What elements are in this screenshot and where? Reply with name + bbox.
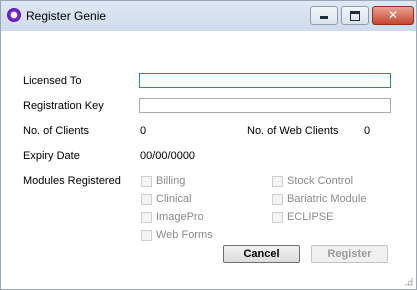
clinical-label: Clinical xyxy=(156,193,192,205)
close-button[interactable]: ✕ xyxy=(372,6,414,25)
no-of-web-clients-label: No. of Web Clients xyxy=(247,125,339,137)
expiry-date-value: 00/00/0000 xyxy=(140,150,196,162)
register-button[interactable]: Register xyxy=(311,245,388,263)
minimize-button[interactable] xyxy=(310,6,338,25)
minimize-icon xyxy=(311,7,337,24)
window-title: Register Genie xyxy=(26,9,107,23)
bariatric-module-label: Bariatric Module xyxy=(287,193,367,205)
licensed-to-label: Licensed To xyxy=(23,75,82,87)
eclipse-label: ECLIPSE xyxy=(287,211,334,223)
close-icon: ✕ xyxy=(387,8,399,22)
checkbox-box xyxy=(272,194,283,205)
registration-key-input[interactable] xyxy=(139,98,391,113)
register-genie-window: Register Genie ✕ Licensed To Registratio… xyxy=(0,0,417,290)
maximize-button[interactable] xyxy=(341,6,369,25)
genie-app-icon xyxy=(7,8,21,22)
title-bar[interactable]: Register Genie ✕ xyxy=(1,1,416,31)
licensed-to-input[interactable] xyxy=(139,73,391,88)
no-of-clients-value: 0 xyxy=(140,125,147,137)
checkbox-box xyxy=(272,176,283,187)
imagepro-label: ImagePro xyxy=(156,211,204,223)
no-of-clients-label: No. of Clients xyxy=(23,125,90,137)
cancel-button[interactable]: Cancel xyxy=(223,245,300,263)
checkbox-box xyxy=(272,212,283,223)
registration-key-label: Registration Key xyxy=(23,100,104,112)
maximize-icon xyxy=(342,7,368,24)
checkbox-box xyxy=(141,230,152,241)
checkbox-box xyxy=(141,212,152,223)
expiry-date-label: Expiry Date xyxy=(23,150,80,162)
modules-registered-label: Modules Registered xyxy=(23,175,121,187)
no-of-web-clients-value: 0 xyxy=(364,125,371,137)
stock-control-label: Stock Control xyxy=(287,175,354,187)
checkbox-box xyxy=(141,176,152,187)
billing-label: Billing xyxy=(156,175,186,187)
checkbox-box xyxy=(141,194,152,205)
web-forms-label: Web Forms xyxy=(156,229,213,241)
resize-grip-icon[interactable] xyxy=(404,277,413,286)
